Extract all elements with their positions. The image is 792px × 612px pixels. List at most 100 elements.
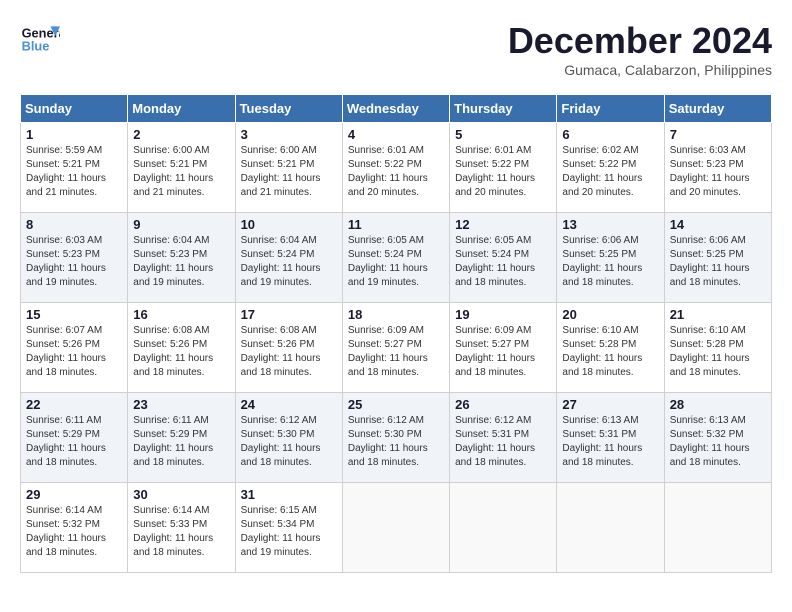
- day-info: Sunrise: 6:09 AM Sunset: 5:27 PM Dayligh…: [455, 324, 551, 380]
- week-row-2: 15 Sunrise: 6:07 AM Sunset: 5:26 PM Dayli…: [21, 303, 772, 393]
- day-info: Sunrise: 6:12 AM Sunset: 5:31 PM Dayligh…: [455, 414, 551, 470]
- week-row-0: 1 Sunrise: 5:59 AM Sunset: 5:21 PM Daylig…: [21, 123, 772, 213]
- day-cell: [664, 483, 771, 573]
- day-number: 17: [241, 307, 337, 322]
- day-number: 12: [455, 217, 551, 232]
- day-info: Sunrise: 5:59 AM Sunset: 5:21 PM Dayligh…: [26, 144, 122, 200]
- day-info: Sunrise: 6:14 AM Sunset: 5:32 PM Dayligh…: [26, 504, 122, 560]
- day-info: Sunrise: 6:13 AM Sunset: 5:31 PM Dayligh…: [562, 414, 658, 470]
- day-number: 31: [241, 487, 337, 502]
- day-cell: 27 Sunrise: 6:13 AM Sunset: 5:31 PM Dayli…: [557, 393, 664, 483]
- day-cell: 31 Sunrise: 6:15 AM Sunset: 5:34 PM Dayli…: [235, 483, 342, 573]
- day-number: 28: [670, 397, 766, 412]
- day-info: Sunrise: 6:00 AM Sunset: 5:21 PM Dayligh…: [241, 144, 337, 200]
- header-monday: Monday: [128, 95, 235, 123]
- day-number: 26: [455, 397, 551, 412]
- day-cell: 16 Sunrise: 6:08 AM Sunset: 5:26 PM Dayli…: [128, 303, 235, 393]
- day-number: 6: [562, 127, 658, 142]
- day-cell: [450, 483, 557, 573]
- day-cell: 20Sunrise: 6:10 AM Sunset: 5:28 PM Dayli…: [557, 303, 664, 393]
- day-cell: 7 Sunrise: 6:03 AM Sunset: 5:23 PM Daylig…: [664, 123, 771, 213]
- day-info: Sunrise: 6:08 AM Sunset: 5:26 PM Dayligh…: [241, 324, 337, 380]
- day-cell: 14Sunrise: 6:06 AM Sunset: 5:25 PM Dayli…: [664, 213, 771, 303]
- day-cell: 10 Sunrise: 6:04 AM Sunset: 5:24 PM Dayli…: [235, 213, 342, 303]
- day-cell: 4 Sunrise: 6:01 AM Sunset: 5:22 PM Daylig…: [342, 123, 449, 213]
- day-info: Sunrise: 6:15 AM Sunset: 5:34 PM Dayligh…: [241, 504, 337, 560]
- calendar-subtitle: Gumaca, Calabarzon, Philippines: [508, 62, 772, 78]
- day-info: Sunrise: 6:04 AM Sunset: 5:24 PM Dayligh…: [241, 234, 337, 290]
- day-cell: 15 Sunrise: 6:07 AM Sunset: 5:26 PM Dayli…: [21, 303, 128, 393]
- day-number: 5: [455, 127, 551, 142]
- day-cell: 17 Sunrise: 6:08 AM Sunset: 5:26 PM Dayli…: [235, 303, 342, 393]
- day-number: 8: [26, 217, 122, 232]
- week-row-4: 29Sunrise: 6:14 AM Sunset: 5:32 PM Dayli…: [21, 483, 772, 573]
- day-info: Sunrise: 6:07 AM Sunset: 5:26 PM Dayligh…: [26, 324, 122, 380]
- day-number: 13: [562, 217, 658, 232]
- header-friday: Friday: [557, 95, 664, 123]
- header-wednesday: Wednesday: [342, 95, 449, 123]
- day-number: 1: [26, 127, 122, 142]
- day-cell: 3 Sunrise: 6:00 AM Sunset: 5:21 PM Daylig…: [235, 123, 342, 213]
- day-info: Sunrise: 6:13 AM Sunset: 5:32 PM Dayligh…: [670, 414, 766, 470]
- day-cell: 8 Sunrise: 6:03 AM Sunset: 5:23 PM Daylig…: [21, 213, 128, 303]
- day-info: Sunrise: 6:01 AM Sunset: 5:22 PM Dayligh…: [348, 144, 444, 200]
- day-number: 4: [348, 127, 444, 142]
- calendar-title: December 2024: [508, 20, 772, 62]
- day-info: Sunrise: 6:04 AM Sunset: 5:23 PM Dayligh…: [133, 234, 229, 290]
- header-row: SundayMondayTuesdayWednesdayThursdayFrid…: [21, 95, 772, 123]
- day-info: Sunrise: 6:11 AM Sunset: 5:29 PM Dayligh…: [26, 414, 122, 470]
- day-info: Sunrise: 6:06 AM Sunset: 5:25 PM Dayligh…: [562, 234, 658, 290]
- day-number: 21: [670, 307, 766, 322]
- day-cell: 26 Sunrise: 6:12 AM Sunset: 5:31 PM Dayli…: [450, 393, 557, 483]
- day-number: 19: [455, 307, 551, 322]
- day-number: 24: [241, 397, 337, 412]
- day-info: Sunrise: 6:14 AM Sunset: 5:33 PM Dayligh…: [133, 504, 229, 560]
- day-cell: 23Sunrise: 6:11 AM Sunset: 5:29 PM Dayli…: [128, 393, 235, 483]
- logo: General Blue: [20, 20, 64, 60]
- page-header: General Blue December 2024 Gumaca, Calab…: [20, 20, 772, 78]
- day-cell: 13 Sunrise: 6:06 AM Sunset: 5:25 PM Dayli…: [557, 213, 664, 303]
- day-info: Sunrise: 6:11 AM Sunset: 5:29 PM Dayligh…: [133, 414, 229, 470]
- day-cell: 28 Sunrise: 6:13 AM Sunset: 5:32 PM Dayli…: [664, 393, 771, 483]
- week-row-3: 22 Sunrise: 6:11 AM Sunset: 5:29 PM Dayli…: [21, 393, 772, 483]
- day-number: 27: [562, 397, 658, 412]
- header-tuesday: Tuesday: [235, 95, 342, 123]
- day-info: Sunrise: 6:10 AM Sunset: 5:28 PM Dayligh…: [562, 324, 658, 380]
- day-cell: 30 Sunrise: 6:14 AM Sunset: 5:33 PM Dayli…: [128, 483, 235, 573]
- day-number: 22: [26, 397, 122, 412]
- week-row-1: 8 Sunrise: 6:03 AM Sunset: 5:23 PM Daylig…: [21, 213, 772, 303]
- day-cell: 9Sunrise: 6:04 AM Sunset: 5:23 PM Daylig…: [128, 213, 235, 303]
- day-cell: 12 Sunrise: 6:05 AM Sunset: 5:24 PM Dayli…: [450, 213, 557, 303]
- day-info: Sunrise: 6:08 AM Sunset: 5:26 PM Dayligh…: [133, 324, 229, 380]
- day-info: Sunrise: 6:10 AM Sunset: 5:28 PM Dayligh…: [670, 324, 766, 380]
- day-number: 16: [133, 307, 229, 322]
- day-number: 11: [348, 217, 444, 232]
- day-info: Sunrise: 6:02 AM Sunset: 5:22 PM Dayligh…: [562, 144, 658, 200]
- day-number: 3: [241, 127, 337, 142]
- day-info: Sunrise: 6:12 AM Sunset: 5:30 PM Dayligh…: [241, 414, 337, 470]
- day-number: 7: [670, 127, 766, 142]
- day-info: Sunrise: 6:01 AM Sunset: 5:22 PM Dayligh…: [455, 144, 551, 200]
- day-number: 15: [26, 307, 122, 322]
- day-cell: [342, 483, 449, 573]
- day-number: 30: [133, 487, 229, 502]
- day-number: 10: [241, 217, 337, 232]
- day-number: 25: [348, 397, 444, 412]
- day-info: Sunrise: 6:05 AM Sunset: 5:24 PM Dayligh…: [455, 234, 551, 290]
- title-section: December 2024 Gumaca, Calabarzon, Philip…: [508, 20, 772, 78]
- day-info: Sunrise: 6:00 AM Sunset: 5:21 PM Dayligh…: [133, 144, 229, 200]
- day-cell: 18Sunrise: 6:09 AM Sunset: 5:27 PM Dayli…: [342, 303, 449, 393]
- day-cell: [557, 483, 664, 573]
- day-cell: 6 Sunrise: 6:02 AM Sunset: 5:22 PM Daylig…: [557, 123, 664, 213]
- day-info: Sunrise: 6:12 AM Sunset: 5:30 PM Dayligh…: [348, 414, 444, 470]
- day-cell: 25 Sunrise: 6:12 AM Sunset: 5:30 PM Dayli…: [342, 393, 449, 483]
- day-cell: 11Sunrise: 6:05 AM Sunset: 5:24 PM Dayli…: [342, 213, 449, 303]
- day-number: 14: [670, 217, 766, 232]
- calendar-table: SundayMondayTuesdayWednesdayThursdayFrid…: [20, 94, 772, 573]
- day-cell: 19 Sunrise: 6:09 AM Sunset: 5:27 PM Dayli…: [450, 303, 557, 393]
- day-cell: 21 Sunrise: 6:10 AM Sunset: 5:28 PM Dayli…: [664, 303, 771, 393]
- header-sunday: Sunday: [21, 95, 128, 123]
- day-info: Sunrise: 6:03 AM Sunset: 5:23 PM Dayligh…: [26, 234, 122, 290]
- logo-icon: General Blue: [20, 20, 60, 60]
- day-info: Sunrise: 6:03 AM Sunset: 5:23 PM Dayligh…: [670, 144, 766, 200]
